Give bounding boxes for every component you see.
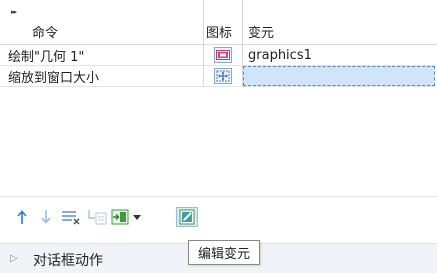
chevron-right-icon[interactable]: ▷ (10, 253, 18, 264)
table-row[interactable]: 缩放到窗口大小 (0, 66, 437, 87)
expand-icon[interactable]: ▸▸ (11, 8, 17, 16)
insert-icon (111, 209, 141, 225)
move-down-button[interactable] (38, 207, 54, 227)
graphics-icon (214, 47, 232, 63)
tooltip: 编辑变元 (188, 240, 261, 265)
commands-table: ▸▸ 命令 图标 变元 绘制"几何 1" graphics1 缩放到窗口大小 (0, 0, 437, 110)
header-command: 命令 (32, 26, 59, 41)
delete-button[interactable] (60, 207, 82, 227)
section-title: 对话框动作 (33, 253, 103, 269)
table-header: ▸▸ 命令 图标 变元 (0, 0, 437, 45)
row-icon-cell (204, 66, 242, 86)
row-command: 绘制"几何 1" (8, 49, 85, 65)
edit-icon (179, 209, 195, 225)
table-toolbar (0, 196, 437, 235)
header-icon: 图标 (206, 26, 233, 41)
arrow-up-icon (17, 210, 27, 224)
move-up-button[interactable] (14, 207, 30, 227)
extract-icon (88, 210, 107, 225)
extract-button[interactable] (86, 207, 108, 227)
table-row[interactable]: 绘制"几何 1" graphics1 (0, 45, 437, 66)
row-variable[interactable]: graphics1 (244, 45, 434, 65)
variable-input[interactable] (243, 66, 435, 86)
delete-rows-icon (62, 211, 80, 225)
column-divider (242, 0, 243, 87)
row-icon-cell (204, 45, 242, 65)
zoom-extents-icon (214, 68, 232, 84)
row-command: 缩放到窗口大小 (8, 70, 100, 86)
column-divider (203, 0, 204, 87)
arrow-down-icon (41, 210, 51, 224)
edit-variable-button[interactable] (176, 207, 198, 227)
insert-button[interactable] (110, 207, 144, 227)
header-variable: 变元 (248, 26, 275, 41)
